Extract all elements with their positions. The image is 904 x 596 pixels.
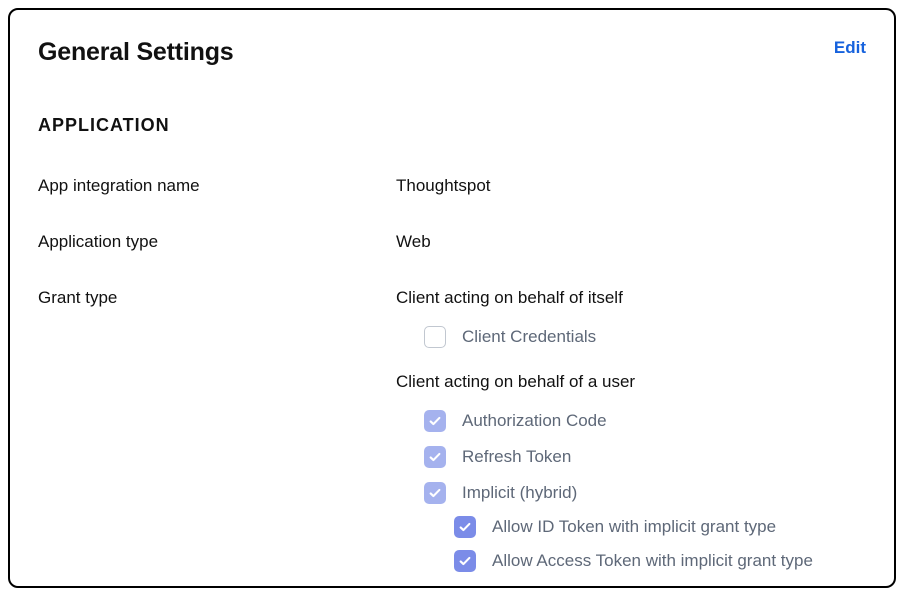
checkbox-label: Client Credentials: [462, 327, 596, 347]
checkbox-row-allow-id-token[interactable]: Allow ID Token with implicit grant type: [396, 516, 866, 538]
checkbox-checked-icon: [424, 410, 446, 432]
page-title: General Settings: [38, 38, 233, 67]
field-application-type: Application type Web: [38, 232, 866, 252]
grant-group-heading-user: Client acting on behalf of a user: [396, 372, 866, 392]
checkbox-checked-icon: [424, 446, 446, 468]
grant-type-block: Client acting on behalf of itself Client…: [396, 288, 866, 572]
field-label: Application type: [38, 232, 396, 252]
checkbox-label: Allow ID Token with implicit grant type: [492, 517, 776, 537]
section-heading-application: APPLICATION: [38, 115, 866, 136]
field-label: Grant type: [38, 288, 396, 308]
field-grant-type: Grant type Client acting on behalf of it…: [38, 288, 866, 572]
checkbox-label: Implicit (hybrid): [462, 483, 577, 503]
checkbox-row-refresh-token[interactable]: Refresh Token: [396, 446, 866, 468]
checkbox-checked-icon: [454, 550, 476, 572]
checkbox-row-client-credentials[interactable]: Client Credentials: [396, 326, 866, 348]
checkbox-label: Authorization Code: [462, 411, 607, 431]
checkbox-checked-icon: [454, 516, 476, 538]
checkbox-label: Refresh Token: [462, 447, 571, 467]
panel-header: General Settings Edit: [38, 38, 866, 67]
field-value: Thoughtspot: [396, 176, 866, 196]
edit-button[interactable]: Edit: [834, 38, 866, 58]
checkbox-label: Allow Access Token with implicit grant t…: [492, 551, 813, 571]
checkbox-unchecked-icon: [424, 326, 446, 348]
general-settings-panel: General Settings Edit APPLICATION App in…: [8, 8, 896, 588]
field-app-integration-name: App integration name Thoughtspot: [38, 176, 866, 196]
grant-group-heading-itself: Client acting on behalf of itself: [396, 288, 866, 308]
checkbox-row-authorization-code[interactable]: Authorization Code: [396, 410, 866, 432]
checkbox-row-allow-access-token[interactable]: Allow Access Token with implicit grant t…: [396, 550, 866, 572]
checkbox-checked-icon: [424, 482, 446, 504]
field-label: App integration name: [38, 176, 396, 196]
field-value: Web: [396, 232, 866, 252]
checkbox-row-implicit-hybrid[interactable]: Implicit (hybrid): [396, 482, 866, 504]
